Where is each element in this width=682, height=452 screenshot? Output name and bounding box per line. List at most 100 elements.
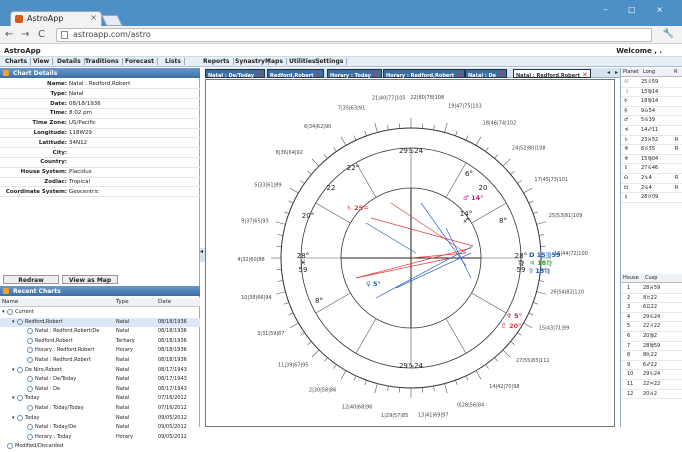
list-item[interactable]: ▾De Niro,RobertNatal08/17/1943 <box>0 366 200 376</box>
planet-row[interactable]: ☉25♌59 <box>621 78 682 88</box>
planet-row[interactable]: ☊2♑4R <box>621 174 682 184</box>
list-item[interactable]: Natal : Redford,Robert/DeNatal08/18/1936 <box>0 327 200 337</box>
list-item[interactable]: ▾Redford,RobertNatal08/18/1936 <box>0 318 200 328</box>
new-tab-button[interactable] <box>101 15 122 26</box>
list-item[interactable]: Natal : Today/TodayNatal07/16/2012 <box>0 404 200 414</box>
list-item[interactable]: Redford,RobertTertiary08/18/1936 <box>0 337 200 347</box>
planet-glyph-label[interactable]: D 15♍59 <box>529 251 561 259</box>
tab-chart[interactable]: Natal : De✕ <box>465 69 507 78</box>
planet-row[interactable]: ☋2♋4R <box>621 184 682 194</box>
list-item[interactable]: Horary : Redford,RobertHorary08/18/1936 <box>0 346 200 356</box>
tab-chart[interactable]: Natal : Redford,Robert✕ <box>513 69 591 78</box>
list-item[interactable]: Natal : Redford,RobertNatal08/18/1936 <box>0 356 200 366</box>
planet-row[interactable]: ☿18♍14 <box>621 97 682 107</box>
list-item[interactable]: Modified/Discarded <box>0 442 200 452</box>
house-row[interactable]: 28♉22 <box>621 294 682 304</box>
house-row[interactable]: 96♐22 <box>621 361 682 371</box>
menu-charts[interactable]: Charts <box>2 58 31 65</box>
detail-value[interactable]: 8:02 pm <box>69 110 92 116</box>
tab-chart[interactable]: Horary : Today✕ <box>327 69 382 78</box>
tab-scroll-left-icon[interactable]: ◂ <box>607 69 610 76</box>
tab-chart[interactable]: Redford,Robert✕ <box>267 69 324 78</box>
detail-value[interactable]: 08/18/1936 <box>69 101 101 107</box>
wrench-icon[interactable]: 🔧 <box>663 29 674 39</box>
menu-settings[interactable]: Settings <box>312 58 347 65</box>
tab-close-icon[interactable]: ✕ <box>316 71 322 79</box>
detail-value[interactable]: Natal <box>69 91 84 97</box>
detail-value[interactable]: 118W29 <box>69 130 92 136</box>
list-item[interactable]: Natal : Today/DeNatal09/05/2012 <box>0 423 200 433</box>
recent-charts-header[interactable]: Recent Charts <box>0 286 200 296</box>
planet-row[interactable]: ♆15♍04 <box>621 155 682 165</box>
chart-details-header[interactable]: Chart Details <box>0 68 200 78</box>
expand-icon[interactable]: ▾ <box>2 309 5 315</box>
natal-chart-wheel[interactable]: 21|40|77|10522|80|78|10819|47|75|10318|4… <box>206 80 615 427</box>
planet-glyph-label[interactable]: ♂ 14° <box>463 194 483 202</box>
list-item[interactable]: Natal : DeNatal08/17/1943 <box>0 385 200 395</box>
planet-row[interactable]: ☽15♍14 <box>621 88 682 98</box>
tab-scroll-right-icon[interactable]: ▸ <box>615 69 618 76</box>
reload-icon[interactable]: C <box>38 29 45 40</box>
window-controls[interactable]: – □ × <box>604 5 672 14</box>
column-header-name[interactable]: Name <box>0 298 114 307</box>
expand-icon[interactable]: ▾ <box>12 367 15 373</box>
planet-row[interactable]: ⚷28♉09 <box>621 193 682 203</box>
expand-icon[interactable]: ▾ <box>12 395 15 401</box>
tab-chart[interactable]: Horary : Redford,Robert✕ <box>383 69 465 78</box>
expand-icon[interactable]: ▾ <box>12 415 15 421</box>
tab-close-icon[interactable]: × <box>90 13 97 22</box>
tab-chart[interactable]: Natal : De/Today✕ <box>205 69 265 78</box>
menu-details[interactable]: Details <box>54 58 85 65</box>
view-as-map-button[interactable]: View as Map <box>62 275 118 284</box>
expand-icon[interactable]: ▾ <box>12 319 15 325</box>
detail-value[interactable]: 34N12 <box>69 140 87 146</box>
planet-glyph-label[interactable]: ☿ 15♍ <box>529 267 550 275</box>
redraw-button[interactable]: Redraw <box>3 275 59 284</box>
house-row[interactable]: 88♏22 <box>621 351 682 361</box>
menu-reports[interactable]: Reports <box>200 58 234 65</box>
planet-row[interactable]: ♄23♓52R <box>621 136 682 146</box>
url-input[interactable]: astroapp.com/astro <box>56 28 652 42</box>
house-row[interactable]: 1220♓2 <box>621 390 682 400</box>
planet-glyph-label[interactable]: ♇ 20° <box>501 322 521 330</box>
menu-traditions[interactable]: Traditions <box>82 58 123 65</box>
planet-glyph-label[interactable]: ♃ 18♍ <box>529 259 552 267</box>
planet-glyph-label[interactable]: ♆ 5° <box>506 312 522 320</box>
menu-maps[interactable]: Maps <box>262 58 287 65</box>
planet-row[interactable]: ♇27♋46 <box>621 164 682 174</box>
menu-lists[interactable]: Lists <box>162 58 185 65</box>
tab-close-icon[interactable]: ✕ <box>373 71 379 79</box>
house-row[interactable]: 128♓59 <box>621 284 682 294</box>
detail-value[interactable]: Natal : Redford,Robert <box>69 81 130 87</box>
planet-row[interactable]: ♃14♐11 <box>621 126 682 136</box>
house-row[interactable]: 1029♑24 <box>621 370 682 380</box>
list-item[interactable]: ▾TodayNatal07/16/2012 <box>0 394 200 404</box>
house-row[interactable]: 728♍59 <box>621 342 682 352</box>
house-row[interactable]: 620♍2 <box>621 332 682 342</box>
list-item[interactable]: Horary : TodayHorary09/05/2012 <box>0 433 200 443</box>
column-header-date[interactable]: Date <box>156 298 200 307</box>
browser-tab[interactable]: AstroApp × <box>10 11 102 26</box>
detail-value[interactable]: Tropical <box>69 179 90 185</box>
list-item[interactable]: Natal : De/TodayNatal08/17/1943 <box>0 375 200 385</box>
menu-forecast[interactable]: Forecast <box>122 58 158 65</box>
detail-value[interactable]: US/Pacific <box>69 120 96 126</box>
tab-close-icon[interactable]: ✕ <box>256 71 262 79</box>
list-item[interactable]: ▾TodayNatal09/05/2012 <box>0 414 200 424</box>
tab-close-icon[interactable]: ✕ <box>456 71 462 79</box>
house-row[interactable]: 1122♒22 <box>621 380 682 390</box>
planet-glyph-label[interactable]: ♄ 25♒ <box>346 204 369 212</box>
house-row[interactable]: 36♊22 <box>621 303 682 313</box>
back-icon[interactable]: ← <box>5 29 13 40</box>
tab-close-icon[interactable]: ✕ <box>582 71 588 79</box>
detail-value[interactable]: Placidus <box>69 169 92 175</box>
planet-row[interactable]: ♂5♋39 <box>621 116 682 126</box>
planet-row[interactable]: ♅6♉35R <box>621 145 682 155</box>
house-row[interactable]: 522♌22 <box>621 322 682 332</box>
house-row[interactable]: 429♋24 <box>621 313 682 323</box>
column-header-type[interactable]: Type <box>114 298 156 307</box>
tab-close-icon[interactable]: ✕ <box>498 71 504 79</box>
planet-row[interactable]: ♀9♎54 <box>621 107 682 117</box>
detail-value[interactable]: Geocentric <box>69 189 99 195</box>
forward-icon[interactable]: → <box>21 29 29 40</box>
